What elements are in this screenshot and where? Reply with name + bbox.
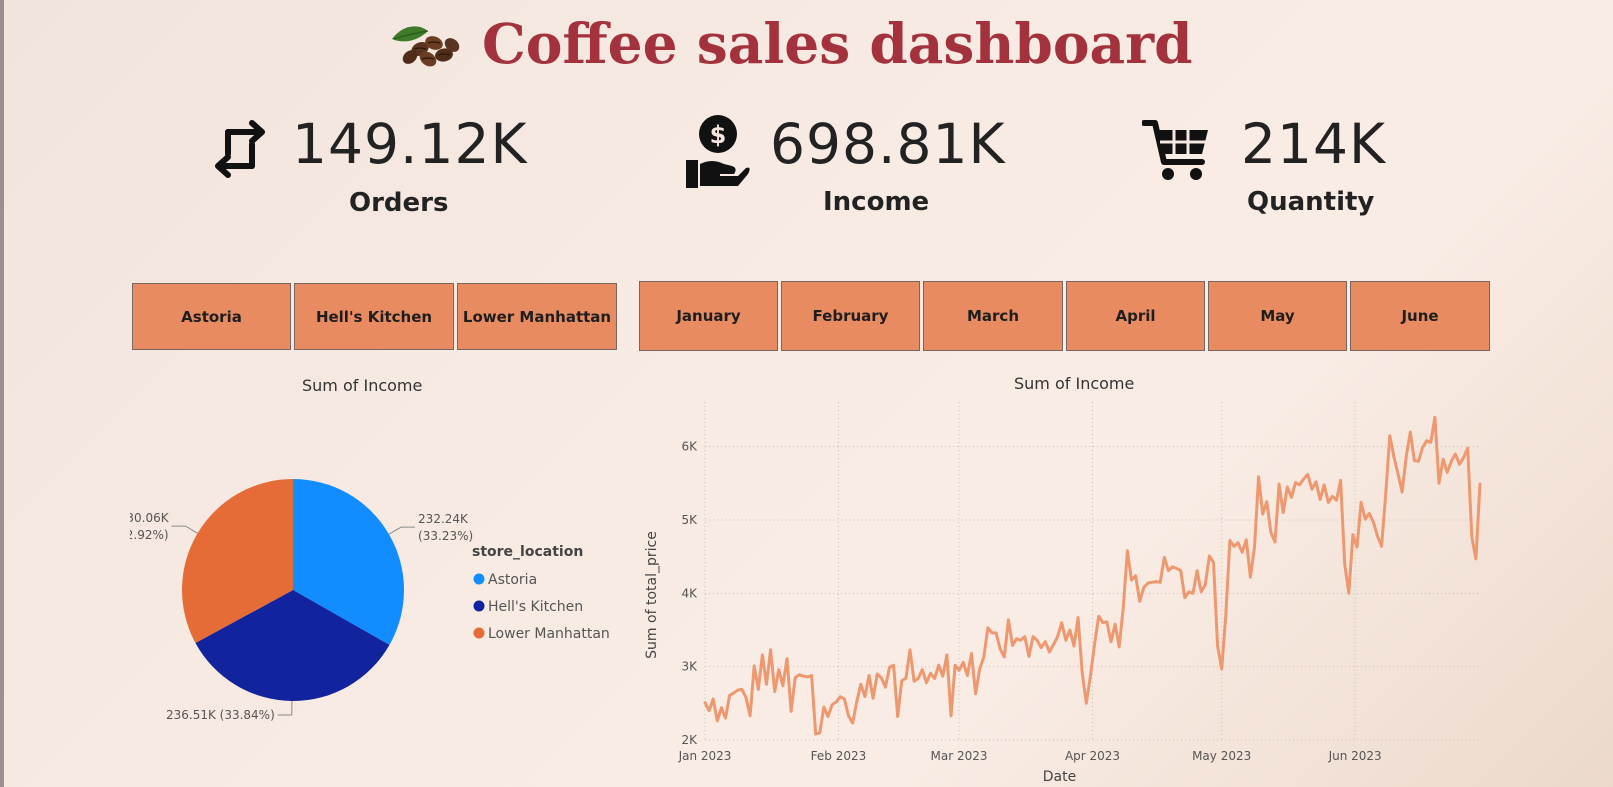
orders-label: Orders [349,188,449,218]
income-value: 698.81K [770,112,1006,176]
legend-item-lower-manhattan[interactable]: Lower Manhattan [488,626,610,642]
pie-chart: 232.24K (33.23%) 236.51K (33.84%) 230.06K (3… [130,479,610,722]
pie-data-label: 230.06K [130,511,170,525]
legend-item-astoria[interactable]: Astoria [488,572,537,588]
slicer-january[interactable]: January [639,281,778,351]
slicer-june[interactable]: June [1350,281,1490,351]
coffee-beans-icon [392,26,460,67]
quantity-value: 214K [1241,112,1387,176]
income-label: Income [823,187,930,217]
legend-item-hell-s-kitchen[interactable]: Hell's Kitchen [488,599,583,615]
x-tick-label: Jan 2023 [678,749,732,763]
y-tick-label: 4K [681,586,698,600]
slicer-april[interactable]: April [1066,281,1205,351]
legend-marker [473,573,485,585]
x-tick-label: Jun 2023 [1328,749,1382,763]
legend-marker [473,627,485,639]
location-slicer: Astoria Hell's Kitchen Lower Manhattan [132,283,617,350]
y-tick-label: 2K [681,733,698,747]
orders-value: 149.12K [292,112,528,176]
pie-leader-line [171,525,198,534]
pie-data-label: 232.24K [418,512,469,526]
shopping-cart-icon [1142,120,1208,180]
pie-data-label: (33.23%) [418,529,473,543]
y-axis-title: Sum of total_price [644,531,660,659]
exchange-arrows-icon [215,120,265,178]
dashboard-title: Coffee sales dashboard [482,10,1193,76]
pie-data-label: (32.92%) [130,528,169,542]
slicer-hells-kitchen[interactable]: Hell's Kitchen [294,283,454,350]
pie-data-label: 236.51K (33.84%) [166,708,275,722]
line-chart-title: Sum of Income [1014,374,1135,393]
pie-chart-title: Sum of Income [302,376,423,395]
pie-leader-line [277,700,293,716]
y-tick-label: 6K [681,440,698,454]
x-axis-title: Date [1043,769,1076,785]
pie-leader-line [388,526,416,535]
slicer-february[interactable]: February [781,281,920,351]
hand-dollar-icon: $ [686,115,750,188]
title-row: Coffee sales dashboard [386,8,1193,78]
left-edge-bar [0,0,4,787]
x-tick-label: Feb 2023 [811,749,867,763]
line-chart: 2K 3K 4K 5K 6K Jan 2023 Feb 2023 Mar 2023 Apr 20… [644,402,1482,785]
slicer-march[interactable]: March [923,281,1063,351]
svg-text:$: $ [710,121,727,149]
slicer-astoria[interactable]: Astoria [132,283,291,350]
month-slicer: January February March April May June [639,281,1490,351]
legend-marker [473,600,485,612]
y-tick-label: 3K [681,660,698,674]
x-tick-label: May 2023 [1192,749,1251,763]
slicer-lower-manhattan[interactable]: Lower Manhattan [457,283,617,350]
x-tick-label: Apr 2023 [1065,749,1120,763]
y-tick-label: 5K [681,513,698,527]
quantity-label: Quantity [1247,187,1375,217]
pie-legend-title: store_location [472,544,583,560]
x-tick-label: Mar 2023 [931,749,988,763]
slicer-may[interactable]: May [1208,281,1347,351]
